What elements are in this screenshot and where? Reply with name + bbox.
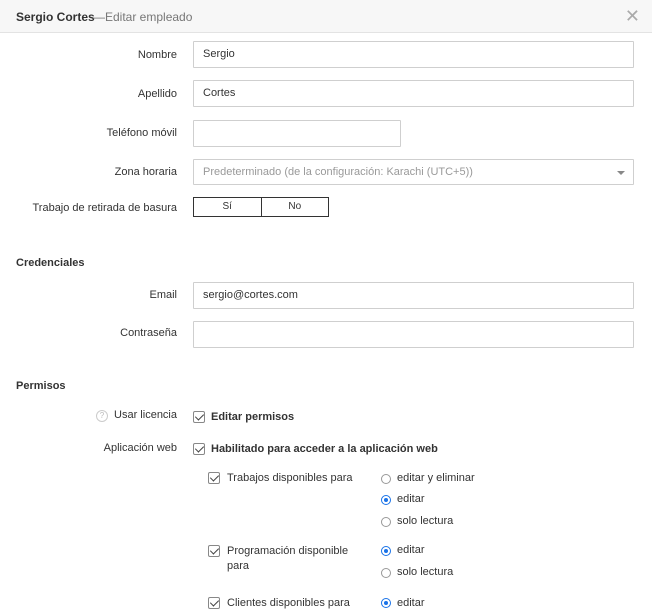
use-license-label: Usar licencia (114, 409, 177, 421)
jobs-option-readonly: solo lectura (397, 515, 454, 527)
clients-option-edit: editar (397, 597, 425, 609)
waste-job-toggle[interactable]: Sí No (193, 197, 329, 217)
password-label: Contraseña (120, 327, 177, 339)
waste-job-label: Trabajo de retirada de basura (32, 202, 177, 214)
first-name-input[interactable]: Sergio (193, 41, 634, 68)
scheduling-option-readonly: solo lectura (397, 566, 454, 578)
clients-checkbox[interactable] (208, 597, 220, 609)
jobs-option-edit-delete: editar y eliminar (397, 472, 475, 484)
jobs-label: Trabajos disponibles para (227, 472, 353, 484)
edit-permissions-label: Editar permisos (211, 411, 295, 423)
jobs-radio-edit[interactable] (381, 495, 391, 505)
timezone-select[interactable]: Predeterminado (de la configuración: Kar… (193, 159, 634, 185)
edit-permissions-checkbox[interactable] (193, 411, 205, 423)
password-input[interactable] (193, 321, 634, 348)
timezone-label: Zona horaria (114, 166, 177, 178)
scheduling-radio-edit[interactable] (381, 546, 391, 556)
first-name-label: Nombre (137, 49, 177, 61)
timezone-value: Predeterminado (de la configuración: Kar… (203, 166, 473, 178)
email-input[interactable]: sergio@cortes.com (193, 282, 634, 309)
jobs-radio-readonly[interactable] (381, 517, 391, 527)
dialog-header: Sergio Cortes —Editar empleado ✕ (0, 0, 652, 33)
clients-label: Clientes disponibles para (227, 597, 350, 609)
clients-radio-edit[interactable] (381, 598, 391, 608)
web-app-label: Aplicación web (103, 442, 177, 454)
chevron-down-icon (617, 171, 625, 175)
waste-job-no[interactable]: No (260, 198, 329, 216)
scheduling-option-edit: editar (397, 544, 425, 556)
jobs-checkbox[interactable] (208, 472, 220, 484)
scheduling-checkbox[interactable] (208, 545, 220, 557)
dialog-subtitle: —Editar empleado (93, 10, 193, 24)
close-icon[interactable]: ✕ (625, 7, 640, 25)
mobile-label: Teléfono móvil (106, 127, 177, 139)
help-icon[interactable]: ? (96, 410, 108, 422)
permissions-title: Permisos (16, 380, 66, 392)
credentials-title: Credenciales (16, 257, 85, 269)
last-name-input[interactable]: Cortes (193, 80, 634, 107)
scheduling-radio-readonly[interactable] (381, 568, 391, 578)
web-app-option-label: Habilitado para acceder a la aplicación … (211, 443, 438, 455)
email-label: Email (149, 289, 177, 301)
waste-job-yes[interactable]: Sí (194, 198, 261, 216)
jobs-radio-edit-delete[interactable] (381, 474, 391, 484)
scheduling-label: Programación disponible para (227, 545, 349, 572)
jobs-option-edit: editar (397, 493, 425, 505)
employee-name: Sergio Cortes (16, 10, 95, 24)
web-app-checkbox[interactable] (193, 443, 205, 455)
last-name-label: Apellido (137, 88, 177, 100)
mobile-input[interactable] (193, 120, 401, 147)
